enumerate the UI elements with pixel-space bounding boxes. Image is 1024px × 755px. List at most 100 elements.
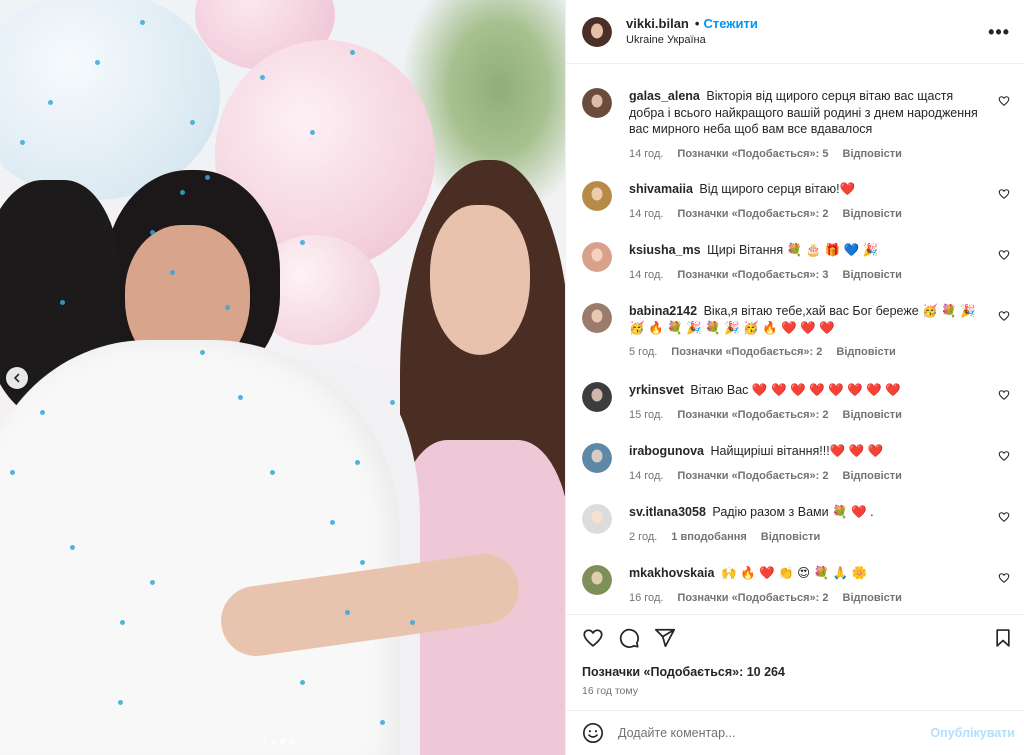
comment-likes[interactable]: 1 вподобання [671,529,746,546]
comment-like-heart-icon[interactable] [998,571,1010,589]
reply-button[interactable]: Відповісти [843,590,902,607]
comment-item: mkakhovskaia 🙌 🔥 ❤️ 👏 😍 💐 🙏 🌼 16 год. Позн… [582,565,1010,606]
bookmark-icon[interactable] [993,628,1013,653]
post-header: vikki.bilan • Стежити Ukraine Україна ••… [566,0,1024,64]
confetti-piece [190,120,195,125]
confetti-piece [120,620,125,625]
comment-text: Найщиріші вітання!!!❤️ ❤️ ❤️ [710,444,884,458]
commenter-avatar[interactable] [582,88,612,118]
confetti-piece [345,610,350,615]
comment-item: ksiusha_ms Щирі Вітання 💐 🎂 🎁 💙 🎉 14 год.… [582,242,1010,283]
confetti-piece [270,470,275,475]
comment-username[interactable]: babina2142 [629,304,697,318]
photo-shirt-left [0,340,400,755]
comment-item: yrkinsvet Вітаю Вас ❤️ ❤️ ❤️ ❤️ ❤️ ❤️ ❤️… [582,382,1010,423]
comment-item: babina2142 Віка,я вітаю тебе,хай вас Бог… [582,303,1010,361]
comment-time[interactable]: 14 год. [629,468,663,485]
commenter-avatar[interactable] [582,443,612,473]
confetti-piece [410,620,415,625]
confetti-piece [330,520,335,525]
commenter-avatar[interactable] [582,382,612,412]
post-photo[interactable] [0,0,565,755]
confetti-piece [170,270,175,275]
comment-item: irabogunova Найщиріші вітання!!!❤️ ❤️ ❤️… [582,443,1010,484]
confetti-piece [180,190,185,195]
reply-button[interactable]: Відповісти [843,468,902,485]
comment-time[interactable]: 15 год. [629,407,663,424]
publish-button[interactable]: Опублікувати [930,726,1015,740]
comment-time[interactable]: 2 год. [629,529,657,546]
comment-item: shivamaiia Від щирого серця вітаю!❤️ 14 г… [582,181,1010,222]
confetti-piece [118,700,123,705]
comment-likes[interactable]: Позначки «Подобається»: 3 [677,267,828,284]
post-location[interactable]: Ukraine Україна [626,32,758,49]
comment-like-heart-icon[interactable] [998,187,1010,205]
confetti-piece [260,75,265,80]
reply-button[interactable]: Відповісти [843,407,902,424]
paper-plane-icon[interactable] [654,627,676,649]
confetti-piece [150,580,155,585]
author-avatar[interactable] [582,16,612,47]
carousel-dot [271,739,276,744]
more-options-icon[interactable]: ••• [988,22,1010,43]
reply-button[interactable]: Відповісти [761,529,820,546]
comment-likes[interactable]: Позначки «Подобається»: 2 [671,344,822,361]
commenter-avatar[interactable] [582,565,612,595]
follow-button[interactable]: Стежити [703,15,757,32]
commenter-avatar[interactable] [582,242,612,272]
smiley-icon[interactable] [582,722,604,744]
comment-like-heart-icon[interactable] [998,510,1010,528]
comment-likes[interactable]: Позначки «Подобається»: 2 [677,407,828,424]
likes-count[interactable]: Позначки «Подобається»: 10 264 [566,665,1024,679]
reply-button[interactable]: Відповісти [843,206,902,223]
speech-bubble-icon[interactable] [618,627,640,649]
reply-button[interactable]: Відповісти [843,267,902,284]
comment-time[interactable]: 16 год. [629,590,663,607]
carousel-prev-button[interactable] [6,367,28,389]
comment-like-heart-icon[interactable] [998,248,1010,266]
comment-time[interactable]: 5 год. [629,344,657,361]
comment-username[interactable]: shivamaiia [629,182,693,196]
reply-button[interactable]: Відповісти [843,146,902,163]
comment-like-heart-icon[interactable] [998,449,1010,467]
comment-username[interactable]: mkakhovskaia [629,566,714,580]
comment-text: 🙌 🔥 ❤️ 👏 😍 💐 🙏 🌼 [720,566,868,580]
comment-username[interactable]: sv.itlana3058 [629,505,706,519]
comment-likes[interactable]: Позначки «Подобається»: 2 [677,590,828,607]
commenter-avatar[interactable] [582,504,612,534]
confetti-piece [350,50,355,55]
confetti-piece [150,230,155,235]
confetti-piece [48,100,53,105]
comment-like-heart-icon[interactable] [998,388,1010,406]
comment-likes[interactable]: Позначки «Подобається»: 2 [677,206,828,223]
author-username[interactable]: vikki.bilan [626,15,689,32]
separator-dot: • [694,15,700,31]
commenter-avatar[interactable] [582,181,612,211]
carousel-dot [280,739,285,744]
comment-time[interactable]: 14 год. [629,206,663,223]
confetti-piece [200,350,205,355]
comment-like-heart-icon[interactable] [998,94,1010,112]
confetti-piece [205,175,210,180]
comment-time[interactable]: 14 год. [629,267,663,284]
post-side-panel: vikki.bilan • Стежити Ukraine Україна ••… [565,0,1024,755]
carousel-dots [262,739,294,744]
comment-username[interactable]: yrkinsvet [629,383,684,397]
confetti-piece [360,560,365,565]
confetti-piece [70,545,75,550]
comment-time[interactable]: 14 год. [629,146,663,163]
confetti-piece [60,300,65,305]
comment-username[interactable]: irabogunova [629,444,704,458]
comment-likes[interactable]: Позначки «Подобається»: 2 [677,468,828,485]
comments-list[interactable]: galas_alena Вікторія від щирого серця ві… [566,64,1024,614]
commenter-avatar[interactable] [582,303,612,333]
comment-username[interactable]: galas_alena [629,89,700,103]
comment-text: Щирі Вітання 💐 🎂 🎁 💙 🎉 [707,243,879,257]
comment-username[interactable]: ksiusha_ms [629,243,701,257]
comment-input[interactable] [618,726,918,740]
heart-icon[interactable] [582,627,604,649]
comment-likes[interactable]: Позначки «Подобається»: 5 [677,146,828,163]
chevron-left-icon [13,373,20,383]
comment-like-heart-icon[interactable] [998,309,1010,327]
reply-button[interactable]: Відповісти [836,344,895,361]
